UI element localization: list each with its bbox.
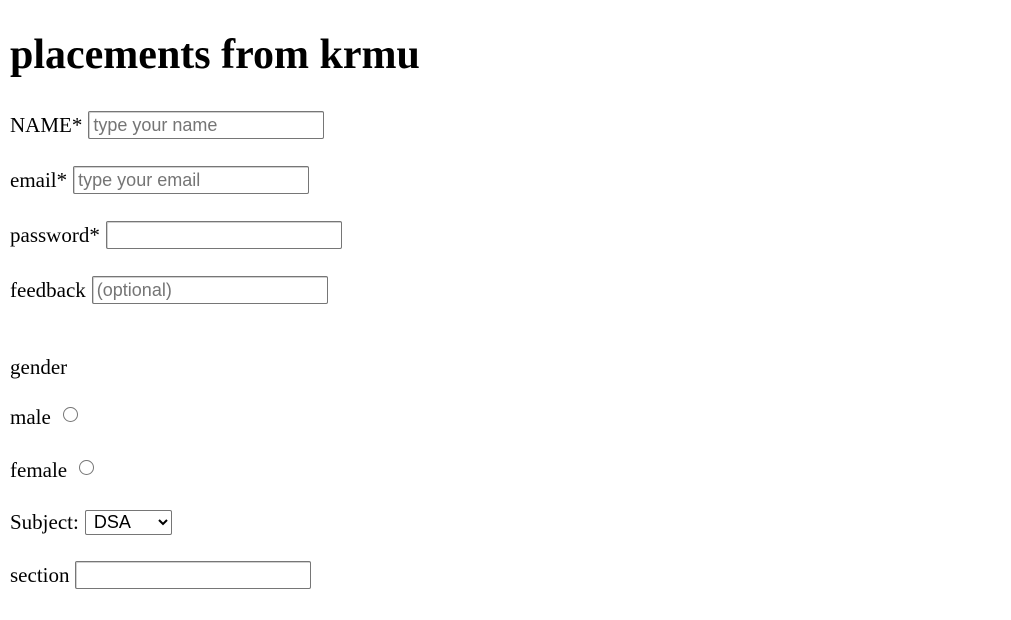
password-label: password* — [10, 223, 100, 247]
subject-label: Subject: — [10, 510, 79, 534]
subject-select[interactable]: DSA — [84, 509, 172, 535]
email-row: email* — [10, 165, 310, 195]
gender-female-label: female — [10, 458, 68, 482]
password-input[interactable] — [105, 221, 342, 249]
gender-option-male: male — [10, 402, 78, 432]
subject-row: Subject: DSA — [10, 507, 172, 537]
email-input[interactable] — [73, 166, 310, 194]
gender-male-radio[interactable] — [62, 406, 78, 422]
gender-male-label: male — [10, 405, 51, 429]
gender-female-radio[interactable] — [79, 459, 95, 475]
section-input[interactable] — [75, 561, 312, 589]
gender-label: gender — [10, 355, 68, 379]
page: placements from krmu NAME* email* passwo… — [0, 0, 1011, 620]
section-row: section — [10, 560, 312, 590]
feedback-input[interactable] — [91, 276, 328, 304]
name-input[interactable] — [88, 111, 325, 139]
name-row: NAME* — [10, 110, 325, 140]
email-label: email* — [10, 168, 68, 192]
feedback-row: feedback — [10, 275, 328, 305]
name-label: NAME* — [10, 113, 83, 137]
section-label: section — [10, 563, 70, 587]
password-row: password* — [10, 220, 342, 250]
page-title: placements from krmu — [10, 32, 420, 78]
gender-option-female: female — [10, 455, 95, 485]
feedback-label: feedback — [10, 278, 86, 302]
